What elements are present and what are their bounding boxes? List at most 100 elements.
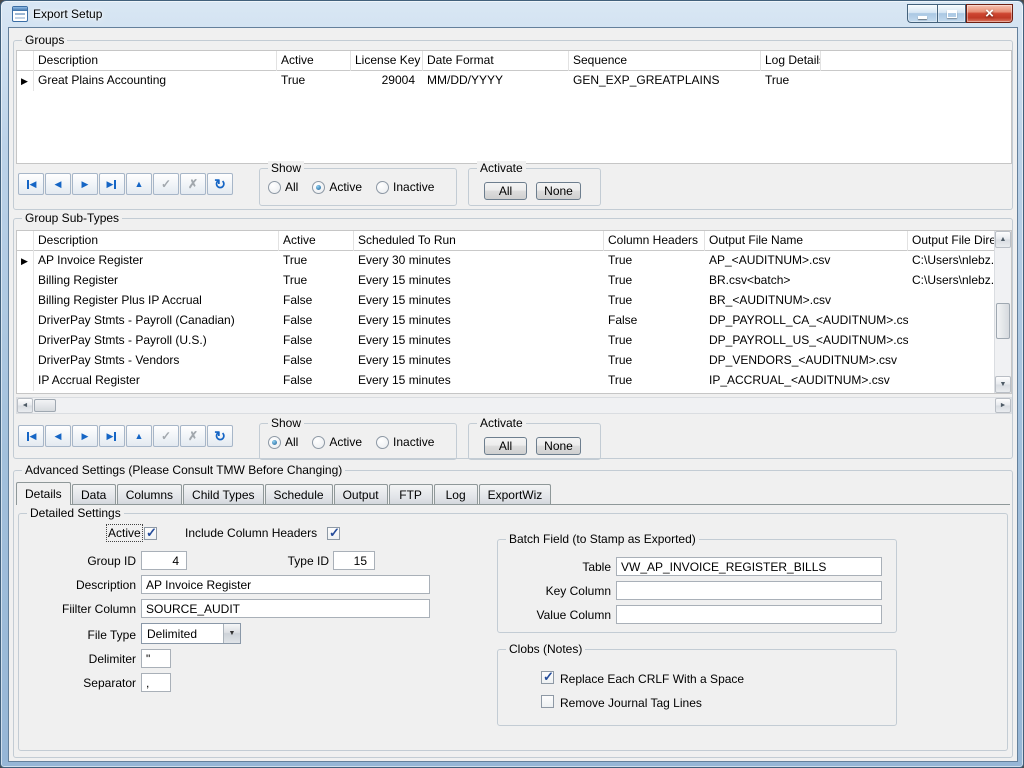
- nav-first-icon[interactable]: ◀: [18, 425, 44, 447]
- vertical-scrollbar[interactable]: ▲ ▼: [994, 231, 1011, 393]
- radio-all[interactable]: All: [268, 435, 298, 449]
- activate-none-button[interactable]: None: [536, 437, 581, 455]
- scroll-down-icon[interactable]: ▼: [995, 376, 1011, 393]
- table-input[interactable]: [616, 557, 882, 576]
- active-checkbox[interactable]: [144, 527, 157, 540]
- subtypes-show-radio-group: All Active Inactive: [268, 435, 448, 449]
- grid-row[interactable]: ▶AP Invoice RegisterTrueEvery 30 minutes…: [17, 251, 1011, 271]
- grid-cell: True: [604, 331, 705, 351]
- scroll-left-icon[interactable]: ◄: [17, 398, 33, 413]
- grid-cell: True: [604, 251, 705, 271]
- tab-schedule[interactable]: Schedule: [265, 484, 333, 504]
- separator-input[interactable]: [141, 673, 171, 692]
- radio-inactive[interactable]: Inactive: [376, 435, 434, 449]
- value-column-input[interactable]: [616, 605, 882, 624]
- nav-next-icon[interactable]: ▶: [72, 173, 98, 195]
- column-header-license-key[interactable]: License Key: [351, 51, 423, 71]
- replace-crlf-checkbox[interactable]: [541, 671, 554, 684]
- tab-data[interactable]: Data: [72, 484, 116, 504]
- column-header-date-format[interactable]: Date Format: [423, 51, 569, 71]
- nav-prior-icon[interactable]: ◀: [45, 173, 71, 195]
- show-label: Show: [268, 161, 304, 175]
- remove-journal-label: Remove Journal Tag Lines: [560, 696, 702, 710]
- grid-row[interactable]: IP Accrual RegisterFalseEvery 15 minutes…: [17, 371, 1011, 391]
- tab-columns[interactable]: Columns: [117, 484, 182, 504]
- key-column-input[interactable]: [616, 581, 882, 600]
- activate-none-button[interactable]: None: [536, 182, 581, 200]
- nav-cancel-icon[interactable]: ✗: [180, 173, 206, 195]
- tab-exportwiz[interactable]: ExportWiz: [479, 484, 552, 504]
- radio-dot-icon: [268, 436, 281, 449]
- tab-child-types[interactable]: Child Types: [183, 484, 263, 504]
- column-header-active[interactable]: Active: [279, 231, 354, 251]
- radio-dot-icon: [376, 181, 389, 194]
- nav-next-icon[interactable]: ▶: [72, 425, 98, 447]
- column-header-description[interactable]: Description: [34, 51, 277, 71]
- groups-show-radio-group: All Active Inactive: [268, 180, 448, 194]
- group-id-input[interactable]: [141, 551, 187, 570]
- minimize-button[interactable]: [907, 4, 937, 23]
- column-header-description[interactable]: Description: [34, 231, 279, 251]
- grid-cell: False: [279, 371, 354, 391]
- filter-column-input[interactable]: [141, 599, 430, 618]
- nav-prior-icon[interactable]: ◀: [45, 425, 71, 447]
- grid-row[interactable]: DriverPay Stmts - Payroll (U.S.)FalseEve…: [17, 331, 1011, 351]
- close-button[interactable]: ×: [966, 4, 1013, 23]
- grid-row[interactable]: DriverPay Stmts - Payroll (Canadian)Fals…: [17, 311, 1011, 331]
- remove-journal-checkbox[interactable]: [541, 695, 554, 708]
- nav-refresh-icon[interactable]: ↻: [207, 173, 233, 195]
- nav-edit-icon[interactable]: ▲: [126, 173, 152, 195]
- radio-active[interactable]: Active: [312, 180, 362, 194]
- grid-row[interactable]: DriverPay Stmts - VendorsFalseEvery 15 m…: [17, 351, 1011, 371]
- include-column-headers-checkbox[interactable]: [327, 527, 340, 540]
- activate-all-button[interactable]: All: [484, 437, 527, 455]
- nav-refresh-icon[interactable]: ↻: [207, 425, 233, 447]
- grid-cell: True: [761, 71, 821, 91]
- type-id-input[interactable]: [333, 551, 375, 570]
- scroll-up-icon[interactable]: ▲: [995, 231, 1011, 248]
- column-header-output-file-name[interactable]: Output File Name: [705, 231, 908, 251]
- nav-first-icon[interactable]: ◀: [18, 173, 44, 195]
- maximize-button[interactable]: [937, 4, 966, 23]
- grid-row[interactable]: Billing RegisterTrueEvery 15 minutesTrue…: [17, 271, 1011, 291]
- column-header-scheduled-to-run[interactable]: Scheduled To Run: [354, 231, 604, 251]
- radio-label: Active: [329, 180, 362, 194]
- nav-last-icon[interactable]: ▶: [99, 173, 125, 195]
- nav-post-icon[interactable]: ✓: [153, 425, 179, 447]
- tab-details[interactable]: Details: [16, 482, 71, 505]
- row-selector-header: [17, 51, 34, 71]
- grid-row[interactable]: ▶Great Plains AccountingTrue29004MM/DD/Y…: [17, 71, 1011, 91]
- description-input[interactable]: [141, 575, 430, 594]
- grid-row[interactable]: Billing Register Plus IP AccrualFalseEve…: [17, 291, 1011, 311]
- horizontal-scrollbar[interactable]: ◄ ►: [16, 397, 1012, 414]
- horizontal-scroll-thumb[interactable]: [34, 399, 56, 412]
- vertical-scroll-thumb[interactable]: [996, 303, 1010, 339]
- nav-last-icon[interactable]: ▶: [99, 425, 125, 447]
- scroll-right-icon[interactable]: ►: [995, 398, 1011, 413]
- radio-label: All: [285, 180, 298, 194]
- radio-inactive[interactable]: Inactive: [376, 180, 434, 194]
- grid-cell: False: [604, 311, 705, 331]
- app-icon-line: [15, 17, 25, 19]
- activate-all-button[interactable]: All: [484, 182, 527, 200]
- delimiter-input[interactable]: [141, 649, 171, 668]
- file-type-select[interactable]: Delimited ▼: [141, 623, 241, 644]
- nav-post-icon[interactable]: ✓: [153, 173, 179, 195]
- radio-label: Inactive: [393, 435, 434, 449]
- chevron-down-icon[interactable]: ▼: [223, 624, 240, 643]
- tab-ftp[interactable]: FTP: [389, 484, 433, 504]
- grid-cell: True: [279, 271, 354, 291]
- radio-all[interactable]: All: [268, 180, 298, 194]
- column-header-log-details[interactable]: Log Details: [761, 51, 821, 71]
- column-header-sequence[interactable]: Sequence: [569, 51, 761, 71]
- grid-cell: DP_PAYROLL_CA_<AUDITNUM>.csv: [705, 311, 908, 331]
- column-header-column-headers[interactable]: Column Headers: [604, 231, 705, 251]
- column-header-active[interactable]: Active: [277, 51, 351, 71]
- grid-cell: 29004: [351, 71, 423, 91]
- nav-cancel-icon[interactable]: ✗: [180, 425, 206, 447]
- nav-edit-icon[interactable]: ▲: [126, 425, 152, 447]
- tab-output[interactable]: Output: [334, 484, 388, 504]
- tab-log[interactable]: Log: [434, 484, 478, 504]
- radio-dot-icon: [312, 436, 325, 449]
- radio-active[interactable]: Active: [312, 435, 362, 449]
